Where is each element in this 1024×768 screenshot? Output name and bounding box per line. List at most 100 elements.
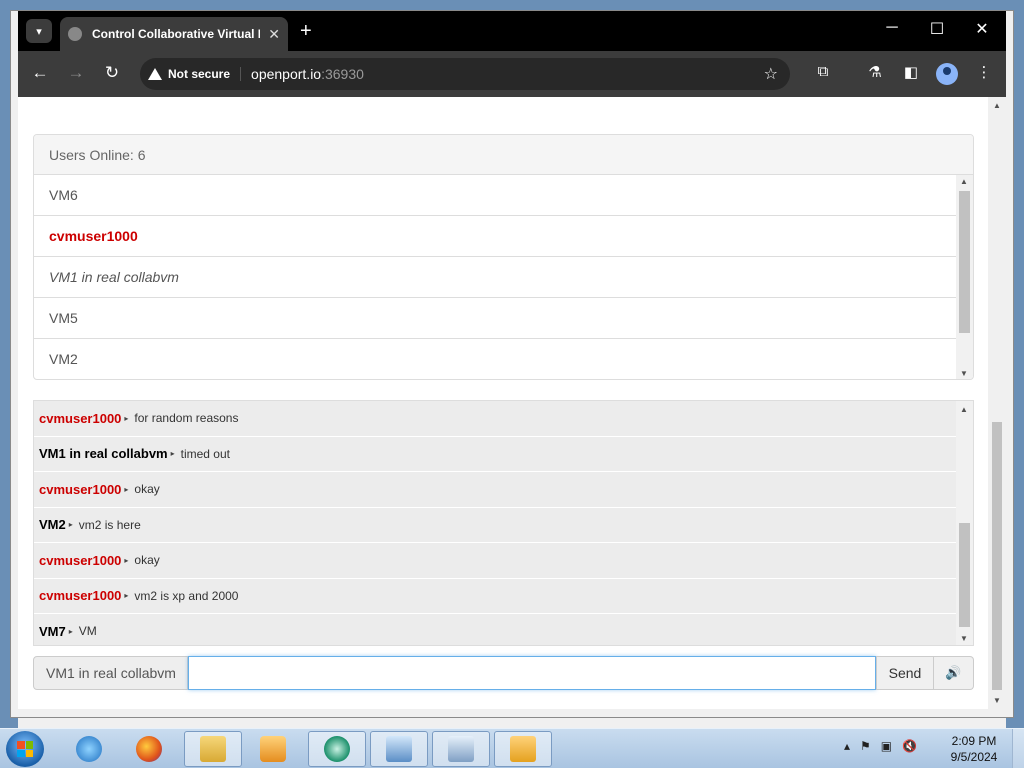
reload-icon[interactable]: ↻ <box>100 63 124 83</box>
windows-taskbar: ▴ ⚑ ▣ 🔇 2:09 PM 9/5/2024 <box>0 728 1024 768</box>
chat-separator: ▸ <box>68 626 73 636</box>
file-explorer-icon[interactable] <box>184 731 242 767</box>
user-list-item[interactable]: VM2 <box>34 339 957 379</box>
tab-bar: ▾ Control Collaborative Virtual M ✕ + ─ … <box>18 11 1006 51</box>
chat-message: VM1 in real collabvm ▸ timed out <box>34 437 957 472</box>
warning-icon <box>148 68 162 80</box>
url-text: openport.io:36930 <box>251 66 364 82</box>
chat-separator: ▸ <box>124 591 129 601</box>
media-player-icon[interactable] <box>244 731 302 767</box>
clock-date: 9/5/2024 <box>950 750 998 764</box>
chat-message: VM7 ▸ VM <box>34 614 957 645</box>
chat-message: cvmuser1000 ▸ for random reasons <box>34 401 957 437</box>
show-hidden-icons-icon[interactable]: ▴ <box>844 739 850 753</box>
address-bar[interactable]: Not secure openport.io:36930 ☆ <box>140 58 790 90</box>
clock-time: 2:09 PM <box>951 734 997 748</box>
control-panel-icon[interactable] <box>370 731 428 767</box>
chat-separator: ▸ <box>68 520 73 530</box>
username-label[interactable]: VM1 in real collabvm <box>33 656 188 690</box>
windows-logo-icon <box>17 741 33 757</box>
forward-arrow-icon[interactable]: → <box>64 63 88 83</box>
users-scrollbar[interactable]: ▲ ▼ <box>956 175 973 379</box>
chat-scrollbar[interactable]: ▲ ▼ <box>956 401 973 645</box>
users-online-panel: Users Online: 6 VM6 cvmuser1000 VM1 in r… <box>33 134 974 380</box>
chat-username: cvmuser1000 <box>39 481 122 497</box>
chat-message: cvmuser1000 ▸ vm2 is xp and 2000 <box>34 579 957 614</box>
profile-avatar-icon[interactable] <box>936 63 958 85</box>
user-list-item[interactable]: VM1 in real collabvm <box>34 257 957 298</box>
maximize-icon[interactable]: ☐ <box>923 19 951 39</box>
media-center-icon[interactable] <box>308 731 366 767</box>
system-tray: ▴ ⚑ ▣ 🔇 <box>844 739 917 753</box>
chat-text: timed out <box>180 446 230 461</box>
chat-separator: ▸ <box>124 555 129 565</box>
network-icon[interactable]: ▣ <box>881 739 892 753</box>
scroll-up-icon[interactable]: ▲ <box>993 101 1001 110</box>
chat-message-input[interactable] <box>188 656 876 690</box>
minimize-icon[interactable]: ─ <box>878 19 906 37</box>
security-chip[interactable]: Not secure <box>148 67 242 81</box>
chat-separator: ▸ <box>124 413 129 423</box>
not-secure-label: Not secure <box>168 67 231 81</box>
chat-separator: ▸ <box>170 449 175 459</box>
chat-message: cvmuser1000 ▸ okay <box>34 543 957 579</box>
device-stage-icon[interactable] <box>432 731 490 767</box>
users-scroll-thumb[interactable] <box>959 191 970 333</box>
show-desktop-button[interactable] <box>1012 729 1024 768</box>
page-viewport: Users Online: 6 VM6 cvmuser1000 VM1 in r… <box>18 97 988 709</box>
send-button[interactable]: Send <box>876 656 934 690</box>
chat-text: vm2 is xp and 2000 <box>134 588 239 603</box>
user-list-item[interactable]: cvmuser1000 <box>34 216 957 257</box>
scroll-up-icon[interactable]: ▲ <box>960 405 968 414</box>
globe-icon <box>68 27 82 41</box>
users-online-heading: Users Online: 6 <box>34 135 973 175</box>
chat-separator: ▸ <box>124 484 129 494</box>
window-close-icon[interactable]: ✕ <box>968 19 996 39</box>
user-list-item[interactable]: VM6 <box>34 175 957 216</box>
speaker-icon[interactable]: 🔊 <box>934 656 974 690</box>
volume-muted-icon[interactable]: 🔇 <box>902 739 917 753</box>
back-arrow-icon[interactable]: ← <box>28 63 52 83</box>
more-menu-icon[interactable]: ⋮ <box>973 63 995 81</box>
underlying-window-strip <box>18 718 1006 728</box>
internet-explorer-icon[interactable] <box>60 731 118 767</box>
chat-message: VM2 ▸ vm2 is here <box>34 508 957 543</box>
chat-username: VM1 in real collabvm <box>39 446 168 462</box>
chat-message-list[interactable]: cvmuser1000 ▸ for random reasons VM1 in … <box>34 401 957 645</box>
chat-message: cvmuser1000 ▸ okay <box>34 472 957 508</box>
chat-text: okay <box>134 482 160 497</box>
page-scrollbar[interactable]: ▲ ▼ <box>988 97 1006 709</box>
user-list-item[interactable]: VM5 <box>34 298 957 339</box>
tab-active[interactable]: Control Collaborative Virtual M ✕ <box>60 17 288 51</box>
tab-search-button[interactable]: ▾ <box>26 19 52 43</box>
new-tab-button[interactable]: + <box>300 19 312 43</box>
close-icon[interactable]: ✕ <box>268 26 280 43</box>
scroll-down-icon[interactable]: ▼ <box>960 634 968 643</box>
tab-title: Control Collaborative Virtual M <box>92 27 261 41</box>
chat-text: vm2 is here <box>78 517 141 532</box>
chat-username: VM2 <box>39 517 66 533</box>
chat-username: VM7 <box>39 623 66 639</box>
scroll-down-icon[interactable]: ▼ <box>993 696 1001 705</box>
chat-username: cvmuser1000 <box>39 410 122 426</box>
scroll-down-icon[interactable]: ▼ <box>960 369 968 378</box>
extensions-icon[interactable]: ⧉ <box>812 63 834 80</box>
visual-studio-icon[interactable] <box>494 731 552 767</box>
action-center-flag-icon[interactable]: ⚑ <box>860 739 871 753</box>
users-list[interactable]: VM6 cvmuser1000 VM1 in real collabvm VM5… <box>34 175 957 379</box>
labs-flask-icon[interactable]: ⚗ <box>864 63 886 81</box>
bookmark-star-icon[interactable]: ☆ <box>764 64 778 84</box>
scroll-up-icon[interactable]: ▲ <box>960 177 968 186</box>
chat-scroll-thumb[interactable] <box>959 523 970 627</box>
chat-text: VM <box>78 624 97 639</box>
firefox-icon[interactable] <box>120 731 178 767</box>
chat-text: for random reasons <box>134 411 239 426</box>
taskbar-clock[interactable]: 2:09 PM 9/5/2024 <box>944 733 1004 765</box>
side-panel-icon[interactable]: ◧ <box>900 63 922 81</box>
start-button[interactable] <box>6 731 44 767</box>
chat-username: cvmuser1000 <box>39 588 122 604</box>
chat-username: cvmuser1000 <box>39 552 122 568</box>
page-scroll-thumb[interactable] <box>992 422 1002 690</box>
chat-text: okay <box>134 553 160 568</box>
chat-panel: cvmuser1000 ▸ for random reasons VM1 in … <box>33 400 974 646</box>
